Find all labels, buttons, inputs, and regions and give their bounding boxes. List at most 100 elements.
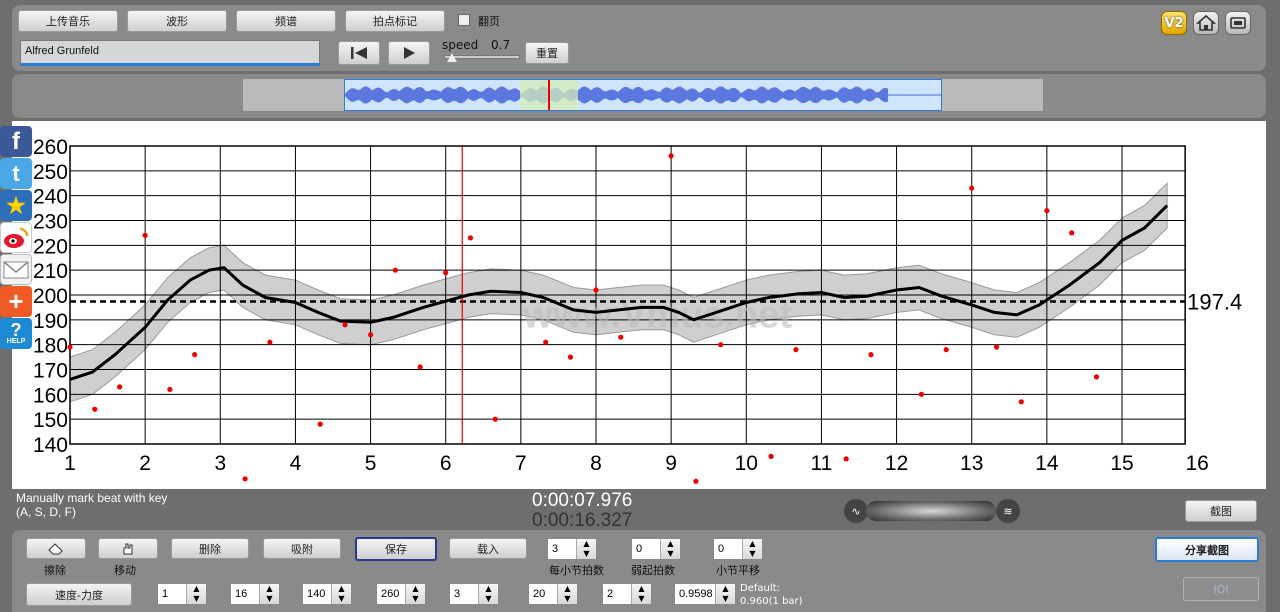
volume-slider[interactable]: ∿ ≋	[842, 499, 1022, 523]
curve-thickness-stepper[interactable]: 2 ▲ ▼	[602, 583, 652, 605]
beat-point	[492, 416, 498, 422]
help-label: HELP	[6, 337, 26, 345]
move-button[interactable]	[98, 538, 158, 559]
upload-music-button[interactable]: 上传音乐	[18, 10, 118, 32]
screenshot-button[interactable]: 截图	[1185, 500, 1257, 522]
beat-point	[969, 185, 975, 191]
beat-point	[843, 456, 849, 462]
waveform-selection[interactable]	[344, 79, 942, 111]
stepper-arrows[interactable]: ▲ ▼	[405, 584, 425, 604]
beats-per-bar-label: 每小节拍数	[549, 564, 604, 577]
beats-per-bar-value: 3	[552, 543, 559, 555]
start-bar-stepper[interactable]: 1 ▲ ▼	[157, 583, 207, 605]
speed-slider-thumb[interactable]	[447, 53, 457, 62]
delete-button[interactable]: 删除	[171, 538, 249, 559]
beat-point	[718, 342, 724, 348]
beat-mark-button[interactable]: 拍点标记	[345, 10, 445, 32]
tempo-max-stepper[interactable]: 260 ▲ ▼	[376, 583, 426, 605]
beat-point	[392, 267, 398, 273]
beat-point	[1069, 230, 1075, 236]
stepper-arrows[interactable]: ▲ ▼	[557, 584, 577, 604]
smoothing-stepper[interactable]: 3 ▲ ▼	[449, 583, 499, 605]
stepper-arrows[interactable]: ▲ ▼	[331, 584, 351, 604]
x-tick-label: 3	[214, 452, 226, 475]
beat-point	[142, 232, 148, 238]
page-turn-checkbox[interactable]	[458, 14, 470, 26]
speed-value: 0.7	[491, 38, 511, 52]
song-name-field[interactable]: Alfred Grunfeld	[20, 40, 320, 66]
stepper-arrows[interactable]: ▲ ▼	[186, 584, 206, 604]
waveform-graph	[345, 80, 941, 110]
erase-label: 擦除	[44, 564, 66, 577]
beat-point	[368, 332, 374, 338]
stepper-arrows[interactable]: ▲ ▼	[478, 584, 498, 604]
beats-per-bar-stepper[interactable]: 3 ▲ ▼	[547, 538, 597, 560]
stepper-arrows[interactable]: ▲ ▼	[660, 539, 680, 559]
plus-icon[interactable]: +	[0, 286, 32, 317]
y-tick-label: 160	[33, 384, 68, 407]
beat-point	[117, 384, 123, 390]
ratio-value: 0.9598	[679, 588, 713, 600]
stepper-arrows[interactable]: ▲ ▼	[576, 539, 596, 559]
bar-shift-value: 0	[718, 543, 725, 555]
beat-point	[167, 386, 173, 392]
stepper-arrows[interactable]: ▲ ▼	[259, 584, 279, 604]
stepper-arrows[interactable]: ▲ ▼	[631, 584, 651, 604]
v2-icon[interactable]: V2	[1161, 11, 1187, 35]
erase-button[interactable]	[26, 538, 86, 559]
beat-point	[242, 476, 248, 482]
facebook-icon[interactable]: f	[0, 126, 32, 157]
stepper-arrows[interactable]: ▲ ▼	[742, 539, 762, 559]
curve-width-stepper[interactable]: 20 ▲ ▼	[528, 583, 578, 605]
bar-shift-stepper[interactable]: 0 ▲ ▼	[713, 538, 763, 560]
play-button[interactable]	[388, 41, 430, 65]
x-tick-label: 2	[139, 452, 151, 475]
bottom-panel: 擦除 移动 删除 吸附 保存 载入 3 ▲ ▼ 每小节拍数 0 ▲ ▼ 弱起拍数 0 ▲ ▼…	[12, 530, 1266, 612]
ioi-button[interactable]: IOI	[1183, 577, 1259, 601]
tempo-chart[interactable]: 1401501601701801902002102202302402502601…	[12, 121, 1266, 489]
tempo-dynamics-button[interactable]: 速度-力度	[26, 583, 132, 606]
ratio-stepper[interactable]: 0.9598 ▲ ▼	[674, 583, 736, 605]
song-name-text: Alfred Grunfeld	[25, 45, 99, 57]
fullscreen-icon[interactable]	[1225, 11, 1251, 35]
skip-back-icon	[351, 47, 367, 59]
volume-track[interactable]	[866, 501, 996, 521]
speed-slider[interactable]	[444, 53, 520, 62]
twitter-icon[interactable]: t	[0, 158, 32, 189]
beat-point	[943, 347, 949, 353]
y-tick-label: 200	[33, 285, 68, 308]
chart-container: 140 150 160 170 180 190 200 210 220 230 240 250 260 1…	[12, 121, 1266, 489]
waveform-button[interactable]: 波形	[127, 10, 227, 32]
waveform-panel	[12, 74, 1266, 118]
mail-icon[interactable]	[0, 254, 32, 285]
y-tick-label: 150	[33, 409, 68, 432]
x-tick-label: 5	[365, 452, 377, 475]
pickup-value: 0	[636, 543, 643, 555]
reset-button[interactable]: 重置	[525, 42, 569, 64]
wave-end-icon: ≋	[996, 499, 1020, 523]
star-icon[interactable]: ★	[0, 190, 32, 221]
waveform-overview[interactable]	[242, 78, 1044, 112]
end-bar-stepper[interactable]: 16 ▲ ▼	[230, 583, 280, 605]
pickup-stepper[interactable]: 0 ▲ ▼	[631, 538, 681, 560]
save-button[interactable]: 保存	[355, 537, 437, 561]
y-tick-label: 220	[33, 235, 68, 258]
load-button[interactable]: 载入	[449, 538, 527, 559]
beat-point	[618, 334, 624, 340]
beat-point	[267, 339, 273, 345]
spectrum-button[interactable]: 频谱	[236, 10, 336, 32]
stepper-arrows[interactable]: ▲ ▼	[715, 584, 735, 604]
home-icon[interactable]	[1193, 11, 1219, 35]
mean-label: 197.4	[1187, 289, 1242, 314]
share-screenshot-button[interactable]: 分享截图	[1155, 537, 1259, 562]
y-tick-label: 260	[33, 136, 68, 159]
move-label: 移动	[114, 564, 136, 577]
beat-point	[1093, 374, 1100, 380]
weibo-icon[interactable]	[0, 222, 32, 253]
snap-button[interactable]: 吸附	[263, 538, 341, 559]
tempo-min-stepper[interactable]: 140 ▲ ▼	[302, 583, 352, 605]
help-icon[interactable]: ? HELP	[0, 318, 32, 349]
x-tick-label: 14	[1035, 452, 1059, 475]
y-tick-label: 180	[33, 335, 68, 358]
rewind-button[interactable]	[338, 41, 380, 65]
